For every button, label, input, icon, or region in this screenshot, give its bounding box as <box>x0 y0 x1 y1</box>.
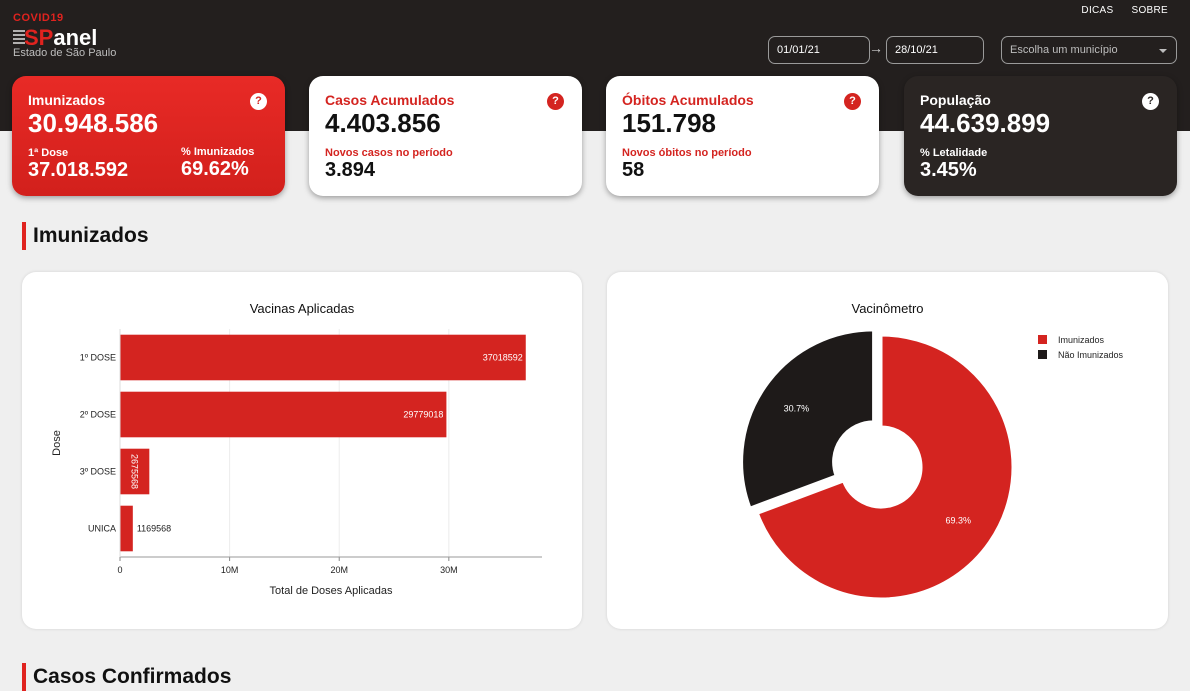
card-sub-value: 3.894 <box>325 159 376 181</box>
card-sub-label: Novos casos no período <box>325 147 453 159</box>
bar <box>120 334 526 381</box>
card-value: 151.798 <box>622 108 716 138</box>
x-tick-label: 0 <box>117 565 122 575</box>
x-tick-label: 10M <box>221 565 239 575</box>
y-tick-label: 3º DOSE <box>80 467 116 477</box>
section-title-immunized: Imunizados <box>22 222 149 250</box>
card-col2: % Imunizados 69.62% <box>181 146 254 180</box>
card-sub-label: Novos óbitos no período <box>622 147 752 159</box>
brand-sp: SP <box>24 25 54 50</box>
brand-logo: SPanel <box>13 25 116 50</box>
bar <box>120 391 447 438</box>
card-value: 30.948.586 <box>28 108 159 138</box>
start-date-input[interactable]: 01/01/21 <box>768 36 870 64</box>
card-title: Imunizados <box>28 92 106 108</box>
y-tick-label: UNICA <box>88 524 116 534</box>
top-nav: DICAS SOBRE <box>1081 5 1168 16</box>
immunized-card: Imunizados 30.948.586 1ª Dose 37.018.592… <box>12 76 285 196</box>
vaccines-bar-chart: 37018592 29779018 2675568 1169568 0 10M 20M 30… <box>51 329 542 597</box>
card-title: Óbitos Acumulados <box>622 92 754 108</box>
nav-about-link[interactable]: SOBRE <box>1131 5 1168 16</box>
donut-slice <box>740 328 876 511</box>
bar-data-label: 2675568 <box>130 454 140 489</box>
chart-title: Vacinas Aplicadas <box>249 301 355 316</box>
card-sub-label: % Letalidade <box>920 147 988 159</box>
help-icon[interactable]: ? <box>844 93 861 110</box>
x-tick-label: 30M <box>440 565 458 575</box>
bar-data-label: 1169568 <box>137 524 171 534</box>
section-title-confirmed: Casos Confirmados <box>22 663 231 691</box>
card-value: 4.403.856 <box>325 108 441 138</box>
card-sub-value: 3.45% <box>920 159 977 181</box>
brand-rest: anel <box>53 25 98 50</box>
card-title: População <box>920 92 991 108</box>
population-card: População 44.639.899 % Letalidade 3.45% … <box>904 76 1177 196</box>
chevron-down-icon <box>1159 49 1167 53</box>
card-pct-label: % Imunizados <box>181 146 255 158</box>
slice-data-label: 30.7% <box>784 403 810 413</box>
help-icon[interactable]: ? <box>547 93 564 110</box>
deaths-card: Óbitos Acumulados 151.798 Novos óbitos n… <box>606 76 879 196</box>
card-pct-value: 69.62% <box>181 158 249 180</box>
municipality-select-placeholder: Escolha um município <box>1010 44 1118 56</box>
vaccines-chart-panel: Vacinas Aplicadas 37018592 29779018 267556… <box>22 272 582 629</box>
x-tick-label: 20M <box>330 565 348 575</box>
brand[interactable]: COVID19 SPanel Estado de São Paulo <box>13 12 116 59</box>
chart-title: Vacinômetro <box>851 301 924 316</box>
legend-swatch <box>1038 350 1047 359</box>
help-icon[interactable]: ? <box>250 93 267 110</box>
card-value: 44.639.899 <box>920 108 1051 138</box>
bar-data-label: 29779018 <box>403 410 443 420</box>
card-title: Casos Acumulados <box>325 92 455 108</box>
y-tick-label: 2º DOSE <box>80 410 116 420</box>
y-axis-title: Dose <box>51 430 63 456</box>
vaccinometer-panel: Vacinômetro 69.3% 30.7% Imunizados Não Imun… <box>607 272 1168 629</box>
bar-data-label: 37018592 <box>483 353 523 363</box>
y-tick-label: 1º DOSE <box>80 353 116 363</box>
cases-card: Casos Acumulados 4.403.856 Novos casos n… <box>309 76 582 196</box>
legend-swatch <box>1038 335 1047 344</box>
slice-data-label: 69.3% <box>945 516 971 526</box>
virus-icon <box>13 30 25 44</box>
card-sub-value: 58 <box>622 159 645 181</box>
x-axis-title: Total de Doses Aplicadas <box>270 585 393 597</box>
legend-label: Imunizados <box>1058 335 1105 345</box>
nav-tips-link[interactable]: DICAS <box>1081 5 1113 16</box>
municipality-select[interactable]: Escolha um município <box>1001 36 1177 64</box>
bar <box>120 505 133 552</box>
arrow-right-icon: → <box>869 40 883 56</box>
help-icon[interactable]: ? <box>1142 93 1159 110</box>
brand-tag: COVID19 <box>13 12 64 24</box>
vaccinometer-donut-chart: 69.3% 30.7% Imunizados Não Imunizados <box>740 328 1124 601</box>
end-date-input[interactable]: 28/10/21 <box>886 36 984 64</box>
legend-label: Não Imunizados <box>1058 350 1124 360</box>
